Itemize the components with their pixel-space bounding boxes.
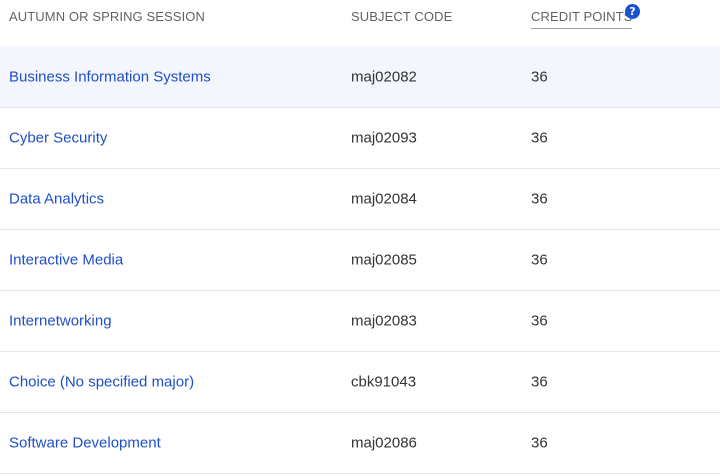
subject-code: maj02093 (351, 129, 417, 147)
credit-points: 36 (531, 373, 548, 391)
table-row: Internetworking maj02083 36 (0, 291, 720, 352)
credit-points: 36 (531, 434, 548, 452)
subject-code: maj02082 (351, 68, 417, 85)
table-row: Interactive Media maj02085 36 (0, 230, 720, 291)
table-row: Cyber Security maj02093 36 (0, 108, 720, 169)
table-row: Choice (No specified major) cbk91043 36 (0, 352, 720, 413)
subject-code: maj02086 (351, 434, 417, 452)
table-row: Data Analytics maj02084 36 (0, 169, 720, 230)
header-session: AUTUMN OR SPRING SESSION (9, 9, 205, 24)
credit-points: 36 (531, 68, 548, 85)
credit-points: 36 (531, 251, 548, 269)
credit-points: 36 (531, 312, 548, 330)
major-link[interactable]: Business Information Systems (9, 68, 211, 85)
subject-code: maj02085 (351, 251, 417, 269)
subject-code: cbk91043 (351, 373, 417, 391)
help-circle-icon[interactable]: ? (625, 4, 640, 19)
major-link[interactable]: Choice (No specified major) (9, 374, 194, 391)
credit-points-label: CREDIT POINTS (531, 9, 633, 29)
major-link[interactable]: Data Analytics (9, 191, 104, 208)
major-link[interactable]: Cyber Security (9, 130, 107, 147)
subjects-table: AUTUMN OR SPRING SESSION SUBJECT CODE CR… (0, 0, 720, 474)
major-link[interactable]: Interactive Media (9, 252, 123, 269)
header-subject-code: SUBJECT CODE (351, 9, 453, 24)
credit-points: 36 (531, 129, 548, 147)
table-header: AUTUMN OR SPRING SESSION SUBJECT CODE CR… (0, 0, 720, 46)
major-link[interactable]: Internetworking (9, 313, 112, 330)
major-link[interactable]: Software Development (9, 435, 161, 452)
header-credit-points: CREDIT POINTS ? (531, 4, 640, 29)
table-row: Software Development maj02086 36 (0, 413, 720, 474)
credit-points: 36 (531, 190, 548, 208)
subject-code: maj02083 (351, 312, 417, 330)
table-row: Business Information Systems maj02082 36 (0, 46, 720, 108)
subject-code: maj02084 (351, 190, 417, 208)
